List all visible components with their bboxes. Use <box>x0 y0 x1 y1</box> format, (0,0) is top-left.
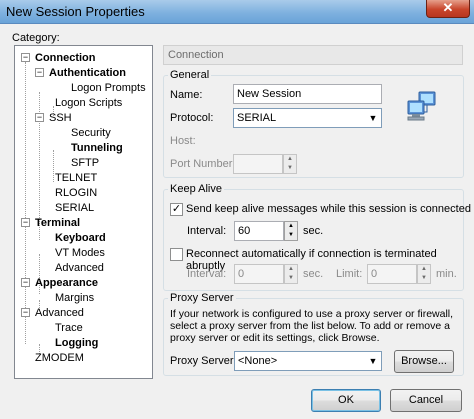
cancel-button[interactable]: Cancel <box>390 389 462 412</box>
close-icon: ✕ <box>442 0 454 15</box>
reconnect-checkbox[interactable] <box>170 248 183 261</box>
tree-item-advanced[interactable]: − Advanced <box>21 306 84 320</box>
tree-item-logging[interactable]: Logging <box>55 336 98 350</box>
tree-item-keyboard[interactable]: Keyboard <box>55 231 106 245</box>
tree-item-serial[interactable]: SERIAL <box>55 201 94 215</box>
collapse-icon[interactable]: − <box>21 308 30 317</box>
name-field[interactable]: New Session <box>233 84 382 104</box>
limit-min-label: min. <box>436 268 457 280</box>
spin-down-icon: ▼ <box>421 275 427 281</box>
ok-button[interactable]: OK <box>311 389 381 412</box>
protocol-select[interactable]: SERIAL ▼ <box>233 108 382 128</box>
close-button[interactable]: ✕ <box>426 0 470 18</box>
protocol-value: SERIAL <box>237 112 277 124</box>
spin-up-icon: ▲ <box>421 266 427 272</box>
reconnect-interval-field[interactable]: 0 <box>234 264 284 284</box>
tree-item-rlogin[interactable]: RLOGIN <box>55 186 97 200</box>
proxy-legend: Proxy Server <box>168 292 236 304</box>
port-label: Port Number: <box>170 158 236 170</box>
tree-item-margins[interactable]: Margins <box>55 291 94 305</box>
reconnect-interval-label: Interval: <box>187 268 227 280</box>
send-keepalive-checkbox[interactable]: ✓ <box>170 203 183 216</box>
tree-item-sftp[interactable]: SFTP <box>71 156 99 170</box>
host-label: Host: <box>170 135 196 147</box>
name-label: Name: <box>170 89 203 101</box>
collapse-icon[interactable]: − <box>35 113 44 122</box>
collapse-icon[interactable]: − <box>35 68 44 77</box>
chevron-down-icon: ▼ <box>368 356 378 366</box>
proxy-description: If your network is configured to use a p… <box>170 308 454 344</box>
tree-guide-line <box>53 150 54 182</box>
tree-item-connection[interactable]: − Connection <box>21 51 96 65</box>
tree-item-trace[interactable]: Trace <box>55 321 83 335</box>
send-keepalive-label: Send keep alive messages while this sess… <box>186 203 471 215</box>
collapse-icon[interactable]: − <box>21 53 30 62</box>
window-title: New Session Properties <box>6 4 145 19</box>
collapse-icon[interactable]: − <box>21 218 30 227</box>
spin-down-icon: ▼ <box>288 275 294 281</box>
interval-sec-label: sec. <box>303 225 324 237</box>
interval-field[interactable]: 60 <box>234 221 284 241</box>
limit-field[interactable]: 0 <box>367 264 417 284</box>
category-tree[interactable]: − Connection − Authentication Logon Prom… <box>14 45 153 379</box>
tree-item-logon-scripts[interactable]: Logon Scripts <box>55 96 122 110</box>
collapse-icon[interactable]: − <box>21 278 30 287</box>
network-computer-icon <box>407 91 436 121</box>
spin-down-icon: ▼ <box>287 165 293 171</box>
protocol-label: Protocol: <box>170 112 214 124</box>
spin-up-icon: ▲ <box>288 223 294 229</box>
category-label: Category: <box>12 32 60 44</box>
tree-item-appearance[interactable]: − Appearance <box>21 276 98 290</box>
keepalive-legend: Keep Alive <box>168 183 224 195</box>
limit-spinner[interactable]: ▲ ▼ <box>417 264 431 284</box>
reconnect-sec-label: sec. <box>303 268 324 280</box>
tree-item-authentication[interactable]: − Authentication <box>35 66 126 80</box>
chevron-down-icon: ▼ <box>368 113 378 123</box>
tree-item-terminal-advanced[interactable]: Advanced <box>55 261 104 275</box>
proxy-server-select[interactable]: <None> ▼ <box>234 351 382 371</box>
spin-down-icon: ▼ <box>288 232 294 238</box>
proxy-server-value: <None> <box>238 355 278 367</box>
tree-item-zmodem[interactable]: ZMODEM <box>35 351 84 365</box>
port-spinner[interactable]: ▲ ▼ <box>283 154 297 174</box>
tree-item-tunneling[interactable]: Tunneling <box>71 141 123 155</box>
spin-up-icon: ▲ <box>287 156 293 162</box>
panel-header: Connection <box>163 45 463 65</box>
tree-item-security[interactable]: Security <box>71 126 111 140</box>
proxy-server-label: Proxy Server: <box>170 355 237 367</box>
reconnect-interval-spinner[interactable]: ▲ ▼ <box>284 264 298 284</box>
tree-item-vt-modes[interactable]: VT Modes <box>55 246 105 260</box>
general-legend: General <box>168 69 212 81</box>
tree-item-terminal[interactable]: − Terminal <box>21 216 80 230</box>
tree-item-logon-prompts[interactable]: Logon Prompts <box>71 81 146 95</box>
interval-spinner[interactable]: ▲ ▼ <box>284 221 298 241</box>
spin-up-icon: ▲ <box>288 266 294 272</box>
port-field[interactable] <box>233 154 283 174</box>
limit-label: Limit: <box>336 268 363 280</box>
title-bar: New Session Properties ✕ <box>0 0 474 24</box>
tree-item-telnet[interactable]: TELNET <box>55 171 97 185</box>
dialog-body: Category: − Connection − Authentication … <box>0 24 474 419</box>
interval-label: Interval: <box>187 225 227 237</box>
tree-item-ssh[interactable]: − SSH <box>35 111 72 125</box>
browse-button[interactable]: Browse... <box>394 350 454 373</box>
tree-guide-line <box>25 62 26 344</box>
